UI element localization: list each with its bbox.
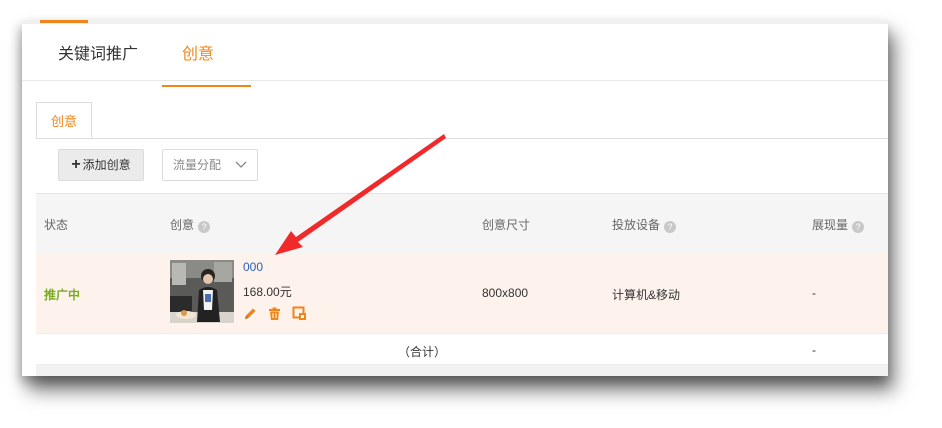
header-device: 投放设备? bbox=[612, 216, 677, 233]
question-circle-icon[interactable]: ? bbox=[852, 221, 865, 233]
header-status: 状态 bbox=[44, 218, 69, 232]
header-creative-label: 创意 bbox=[170, 218, 195, 232]
table-row: 推广中 000 168.00元 800x800 计算机&移动 - bbox=[36, 253, 888, 334]
preview-icon[interactable] bbox=[292, 306, 307, 321]
creative-impressions: - bbox=[812, 286, 816, 300]
header-size: 创意尺寸 bbox=[482, 218, 531, 232]
add-creative-button[interactable]: + 添加创意 bbox=[58, 149, 144, 181]
table-header: 状态 创意? 创意尺寸 投放设备? 展现量? bbox=[36, 193, 888, 254]
traffic-allocation-select[interactable]: 流量分配 bbox=[162, 149, 258, 181]
creative-size: 800x800 bbox=[482, 286, 529, 300]
creative-price: 168.00元 bbox=[243, 285, 292, 299]
creative-device: 计算机&移动 bbox=[612, 288, 681, 302]
header-impressions-label: 展现量 bbox=[812, 218, 849, 232]
creative-actions bbox=[243, 306, 313, 321]
total-row: （合计） - bbox=[36, 334, 888, 365]
main-tab-bar: 关键词推广 创意 bbox=[22, 24, 888, 87]
screenshot-frame: 关键词推广 创意 创意 + 添加创意 流量分配 状态 创意? 创意尺寸 投放设备?… bbox=[22, 20, 888, 376]
question-circle-icon[interactable]: ? bbox=[198, 221, 211, 233]
plus-icon: + bbox=[71, 156, 81, 173]
add-creative-label: 添加创意 bbox=[82, 158, 131, 172]
creative-thumbnail[interactable] bbox=[170, 260, 234, 323]
creative-name-link[interactable]: 000 bbox=[243, 260, 263, 274]
header-impressions: 展现量? bbox=[812, 216, 865, 233]
toolbar: + 添加创意 流量分配 bbox=[36, 139, 888, 193]
traffic-allocation-label: 流量分配 bbox=[173, 158, 222, 172]
question-circle-icon[interactable]: ? bbox=[664, 221, 677, 233]
top-accent-bar bbox=[40, 20, 88, 23]
tab-keyword-promotion[interactable]: 关键词推广 bbox=[58, 40, 138, 64]
sub-tab-creative[interactable]: 创意 bbox=[36, 102, 92, 138]
trash-icon[interactable] bbox=[267, 306, 282, 321]
sub-tab-bar: 创意 bbox=[36, 102, 888, 139]
chevron-down-icon bbox=[235, 150, 247, 192]
bottom-strip bbox=[36, 365, 888, 376]
total-label: （合计） bbox=[398, 345, 447, 359]
total-impressions: - bbox=[812, 343, 816, 357]
header-device-label: 投放设备 bbox=[612, 218, 661, 232]
header-creative: 创意? bbox=[170, 216, 211, 233]
status-text: 推广中 bbox=[44, 288, 81, 302]
tab-creative[interactable]: 创意 bbox=[161, 40, 252, 87]
pencil-icon[interactable] bbox=[243, 306, 258, 321]
creative-panel: 创意 + 添加创意 流量分配 状态 创意? 创意尺寸 投放设备? 展现量? 推广中 bbox=[36, 102, 888, 376]
